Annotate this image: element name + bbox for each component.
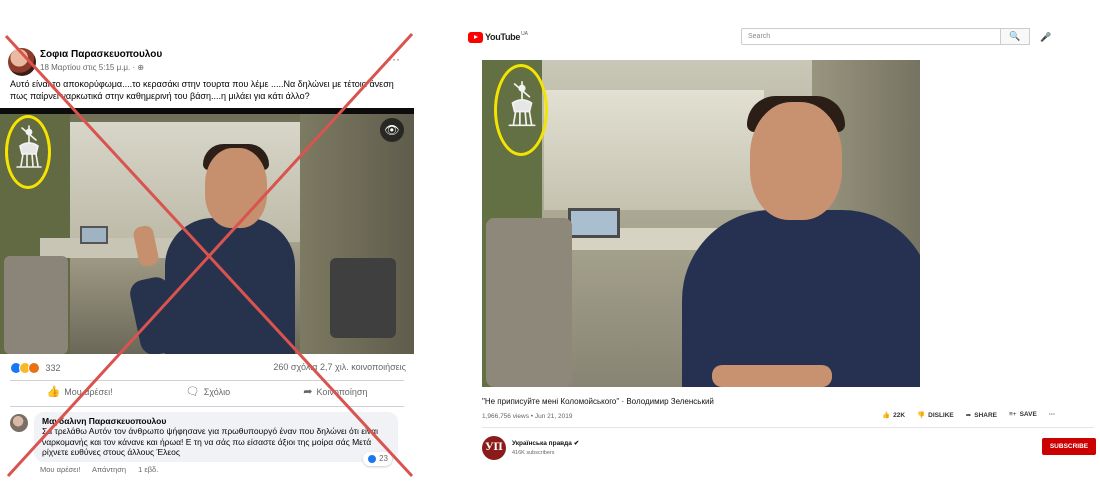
thumbs-up-icon: 👍 bbox=[882, 412, 891, 419]
video-scene-chair bbox=[330, 258, 396, 338]
author-avatar[interactable] bbox=[8, 48, 36, 76]
video-person-head bbox=[205, 148, 267, 228]
like-label: Μου αρέσει! bbox=[64, 387, 113, 397]
commenter-avatar[interactable] bbox=[10, 414, 28, 432]
thumbs-up-icon: 👍 bbox=[46, 386, 61, 398]
video-views-date: 1,966,756 views • Jun 21, 2019 bbox=[482, 413, 573, 420]
like-reaction-icon bbox=[367, 453, 378, 464]
search-input[interactable]: Search bbox=[741, 28, 1001, 45]
youtube-page: YouTube UA Search 🔍 🎤 "Не приписуйте мен… bbox=[464, 26, 1100, 466]
save-label: SAVE bbox=[1019, 411, 1037, 418]
video-person bbox=[165, 218, 295, 354]
video-scene-chair bbox=[486, 218, 572, 387]
search-icon[interactable]: 🔍 bbox=[1000, 28, 1030, 45]
save-button[interactable]: ≡+ SAVE bbox=[1009, 411, 1037, 419]
share-button[interactable]: ➦ Κοινοποίηση bbox=[303, 385, 367, 405]
comment-footer: Μου αρέσει! Απάντηση 1 εβδ. bbox=[40, 465, 168, 474]
divider bbox=[482, 427, 1094, 428]
share-icon: ➦ bbox=[303, 386, 313, 398]
share-button[interactable]: ➦ SHARE bbox=[966, 411, 997, 419]
video-actions: 👍 22K 👎 DISLIKE ➦ SHARE ≡+ SAVE ··· bbox=[882, 411, 1055, 419]
facebook-post: Σοφια Παρασκευοπουλου 18 Μαρτίου στις 5:… bbox=[0, 40, 414, 480]
video-scene-monitor bbox=[80, 226, 108, 244]
ellipsis-icon[interactable]: ··· bbox=[388, 52, 400, 66]
comment-icon: 🗨 bbox=[185, 386, 200, 398]
video-person-hands bbox=[712, 365, 832, 387]
comment-reaction-count: 23 bbox=[379, 454, 388, 463]
video-person-head bbox=[750, 102, 842, 220]
comment-text: Σα τρελάθω Αυτόν τον άνθρωπο ψήφησανε γι… bbox=[42, 426, 378, 457]
post-video[interactable]: 👁 bbox=[0, 108, 414, 354]
comment-time[interactable]: 1 εβδ. bbox=[138, 465, 158, 474]
youtube-logo-region: UA bbox=[521, 31, 529, 37]
youtube-logo-text: YouTube bbox=[485, 32, 521, 42]
playlist-add-icon: ≡+ bbox=[1009, 411, 1017, 418]
comment: Μαγδαλινη Παρασκευοπουλου Σα τρελάθω Αυτ… bbox=[10, 412, 406, 474]
comment-reply-link[interactable]: Απάντηση bbox=[92, 465, 126, 474]
eye-icon[interactable]: 👁 bbox=[380, 118, 404, 142]
youtube-logo[interactable]: YouTube UA bbox=[468, 31, 528, 43]
like-button[interactable]: 👍 Μου αρέσει! bbox=[47, 385, 113, 405]
post-stats: 332 260 σχόλια 2,7 χιλ. κοινοποιήσεις bbox=[10, 362, 406, 376]
like-button[interactable]: 👍 22K bbox=[882, 411, 905, 419]
divider bbox=[10, 380, 404, 381]
subscriber-count: 416K subscribers bbox=[512, 450, 555, 456]
comment-label: Σχόλιο bbox=[203, 387, 231, 397]
reaction-count[interactable]: 332 bbox=[46, 363, 61, 373]
video-scene-window bbox=[544, 90, 764, 210]
share-label: Κοινοποίηση bbox=[316, 387, 368, 397]
dislike-button[interactable]: 👎 DISLIKE bbox=[917, 411, 954, 419]
comment-button[interactable]: 🗨 Σχόλιο bbox=[186, 385, 230, 405]
post-actions: 👍 Μου αρέσει! 🗨 Σχόλιο ➦ Κοινοποίηση bbox=[10, 385, 404, 405]
channel-name[interactable]: Українська правда ✔ bbox=[512, 439, 579, 447]
angry-reaction-icon bbox=[28, 362, 40, 374]
comment-reactions[interactable]: 23 bbox=[363, 452, 392, 466]
video-scene-chair bbox=[4, 256, 68, 354]
video-scene-monitor bbox=[568, 208, 620, 238]
yellow-highlight-ring bbox=[494, 64, 548, 156]
subscribe-button[interactable]: SUBSCRIBE bbox=[1042, 438, 1096, 455]
video-person bbox=[682, 210, 920, 387]
divider bbox=[10, 406, 404, 407]
post-timestamp[interactable]: 18 Μαρτίου στις 5:15 μ.μ. · ⊕ bbox=[40, 63, 144, 72]
share-label: SHARE bbox=[974, 412, 997, 419]
comment-like-link[interactable]: Μου αρέσει! bbox=[40, 465, 80, 474]
share-icon: ➦ bbox=[965, 412, 972, 419]
channel-avatar[interactable]: УП bbox=[482, 436, 506, 460]
video-title: "Не приписуйте мені Коломойського" · Вол… bbox=[482, 397, 714, 406]
like-count: 22K bbox=[893, 412, 906, 419]
video-player[interactable] bbox=[482, 60, 920, 387]
reaction-icons[interactable] bbox=[10, 362, 40, 374]
comment-bubble: Μαγδαλινη Παρασκευοπουλου Σα τρελάθω Αυτ… bbox=[34, 412, 398, 462]
thumbs-down-icon: 👎 bbox=[917, 412, 926, 419]
more-actions-button[interactable]: ··· bbox=[1049, 411, 1056, 419]
author-name[interactable]: Σοφια Παρασκευοπουλου bbox=[40, 49, 162, 60]
youtube-masthead: YouTube UA Search 🔍 🎤 bbox=[464, 26, 1100, 48]
post-header: Σοφια Παρασκευοπουλου 18 Μαρτίου στις 5:… bbox=[8, 48, 408, 78]
yellow-highlight-ring bbox=[5, 115, 51, 189]
commenter-name[interactable]: Μαγδαλινη Παρασκευοπουλου bbox=[42, 416, 390, 426]
youtube-play-icon bbox=[468, 31, 483, 43]
microphone-icon[interactable]: 🎤 bbox=[1038, 29, 1054, 45]
comments-shares-count[interactable]: 260 σχόλια 2,7 χιλ. κοινοποιήσεις bbox=[273, 362, 406, 372]
post-text: Αυτό είναι το αποκορύφωμα....το κερασάκι… bbox=[10, 79, 394, 101]
dislike-label: DISLIKE bbox=[928, 412, 954, 419]
